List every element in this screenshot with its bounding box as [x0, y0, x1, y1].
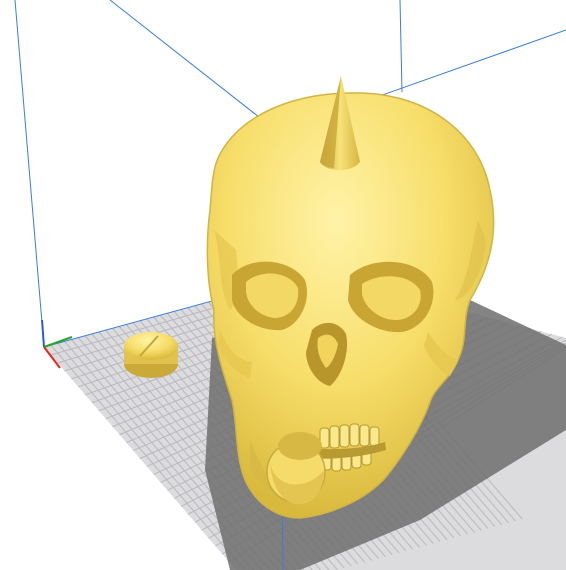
- disc-part-model[interactable]: [124, 332, 178, 378]
- 3d-viewport[interactable]: [0, 0, 566, 570]
